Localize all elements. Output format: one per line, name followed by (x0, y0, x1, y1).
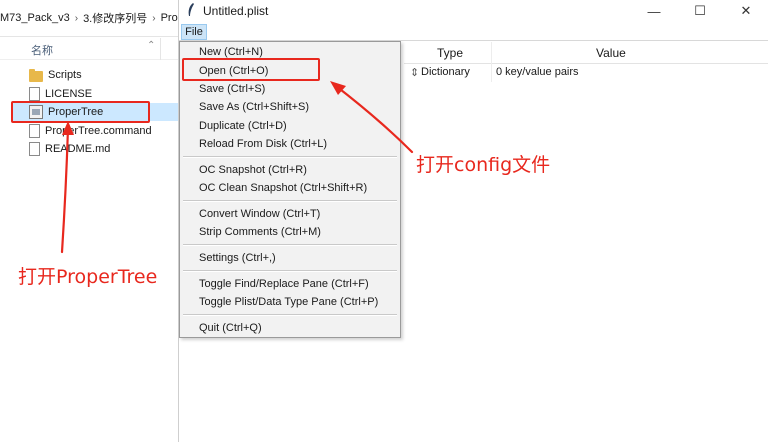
sort-chevron-icon: ⌃ (147, 40, 156, 51)
menu-item-toggle-plist-data-type[interactable]: Toggle Plist/Data Type Pane (Ctrl+P) (182, 293, 398, 311)
menu-item-toggle-find-replace[interactable]: Toggle Find/Replace Pane (Ctrl+F) (182, 275, 398, 293)
menu-item-convert-window[interactable]: Convert Window (Ctrl+T) (182, 205, 398, 223)
menu-item-reload-from-disk[interactable]: Reload From Disk (Ctrl+L) (182, 135, 398, 153)
file-menu-button[interactable]: File (181, 24, 207, 40)
document-icon (29, 87, 40, 101)
window-title: Untitled.plist (203, 4, 269, 18)
menu-separator (183, 270, 397, 272)
menu-item-duplicate[interactable]: Duplicate (Ctrl+D) (182, 117, 398, 135)
breadcrumb-item[interactable]: 3.修改序列号 (83, 10, 147, 26)
name-column-header[interactable]: 名称 ⌃ (0, 38, 180, 60)
root-row[interactable]: ⇕ Dictionary 0 key/value pairs (404, 64, 768, 82)
menu-item-settings[interactable]: Settings (Ctrl+,) (182, 249, 398, 267)
title-bar[interactable]: Untitled.plist — ☐ ✕ (179, 0, 768, 22)
menu-item-save-as[interactable]: Save As (Ctrl+Shift+S) (182, 98, 398, 116)
menu-item-save[interactable]: Save (Ctrl+S) (182, 80, 398, 98)
close-button[interactable]: ✕ (723, 0, 768, 22)
highlight-box-propertree (11, 101, 150, 123)
menu-separator (183, 156, 397, 158)
breadcrumb-item[interactable]: Pro (161, 12, 178, 24)
menu-bar: File (179, 23, 768, 41)
root-value-cell: 0 key/value pairs (496, 66, 579, 78)
menu-item-oc-clean-snapshot[interactable]: OC Clean Snapshot (Ctrl+Shift+R) (182, 179, 398, 197)
minimize-button[interactable]: — (631, 0, 677, 22)
menu-item-oc-snapshot[interactable]: OC Snapshot (Ctrl+R) (182, 161, 398, 179)
document-icon (29, 124, 40, 138)
menu-separator (183, 200, 397, 202)
menu-separator (183, 244, 397, 246)
annotation-open-config: 打开config文件 (416, 154, 551, 176)
column-headers: Type Value (404, 42, 768, 64)
menu-item-strip-comments[interactable]: Strip Comments (Ctrl+M) (182, 223, 398, 241)
menu-item-quit[interactable]: Quit (Ctrl+Q) (182, 319, 398, 337)
list-item-scripts[interactable]: Scripts (29, 66, 179, 84)
value-column-header[interactable]: Value (596, 46, 626, 60)
breadcrumb-item[interactable]: M73_Pack_v3 (0, 12, 70, 24)
folder-icon (29, 68, 43, 82)
maximize-button[interactable]: ☐ (677, 0, 723, 22)
file-name: Scripts (48, 69, 82, 81)
list-item-propertree-command[interactable]: ProperTree.command (29, 122, 179, 140)
column-divider[interactable] (160, 38, 161, 60)
annotation-open-propertree: 打开ProperTree (18, 266, 158, 288)
name-column-label: 名称 (31, 45, 53, 57)
menu-separator (183, 314, 397, 316)
list-item-readme[interactable]: README.md (29, 140, 179, 158)
type-column-header[interactable]: Type (437, 46, 463, 60)
chevron-right-icon: › (152, 12, 156, 24)
type-toggle-icon[interactable]: ⇕ (410, 66, 419, 79)
file-name: LICENSE (45, 88, 93, 100)
highlight-box-open (182, 58, 320, 81)
file-name: README.md (45, 143, 111, 155)
file-dropdown-menu: New (Ctrl+N) Open (Ctrl+O) Save (Ctrl+S)… (179, 41, 401, 338)
document-icon (29, 142, 40, 156)
feather-icon (188, 3, 194, 16)
root-type-cell: Dictionary (421, 66, 470, 78)
file-name: ProperTree.command (45, 125, 152, 137)
chevron-right-icon: › (74, 12, 79, 24)
breadcrumb[interactable]: M73_Pack_v3 › 3.修改序列号 › Pro (0, 0, 180, 37)
file-explorer-window: M73_Pack_v3 › 3.修改序列号 › Pro 名称 ⌃ Scripts… (0, 0, 180, 442)
